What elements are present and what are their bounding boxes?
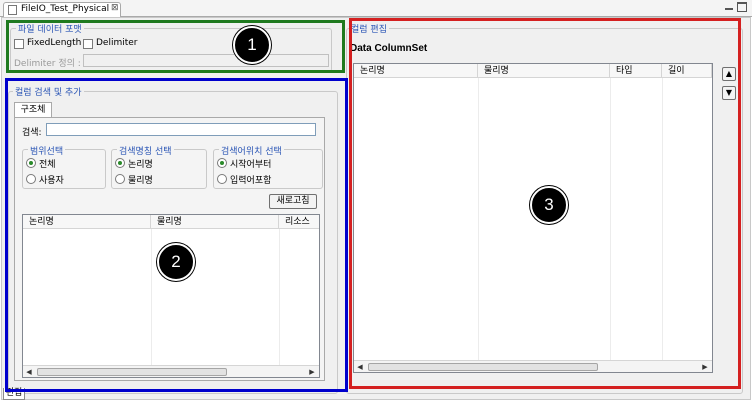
minimize-icon[interactable] [724,2,734,12]
maximize-icon[interactable] [737,2,747,12]
annotation-box-1 [6,20,345,73]
marker-3: 3 [530,186,568,224]
editor-tab-strip: FileIO_Test_Physical ⊠ [0,0,752,17]
annotation-box-2 [5,78,348,392]
marker-2: 2 [157,243,195,281]
editor-tab-title: FileIO_Test_Physical [21,4,110,14]
file-icon [8,5,17,15]
close-icon[interactable]: ⊠ [111,3,119,13]
editor-tab[interactable]: FileIO_Test_Physical ⊠ [3,2,121,17]
marker-1: 1 [233,26,271,64]
